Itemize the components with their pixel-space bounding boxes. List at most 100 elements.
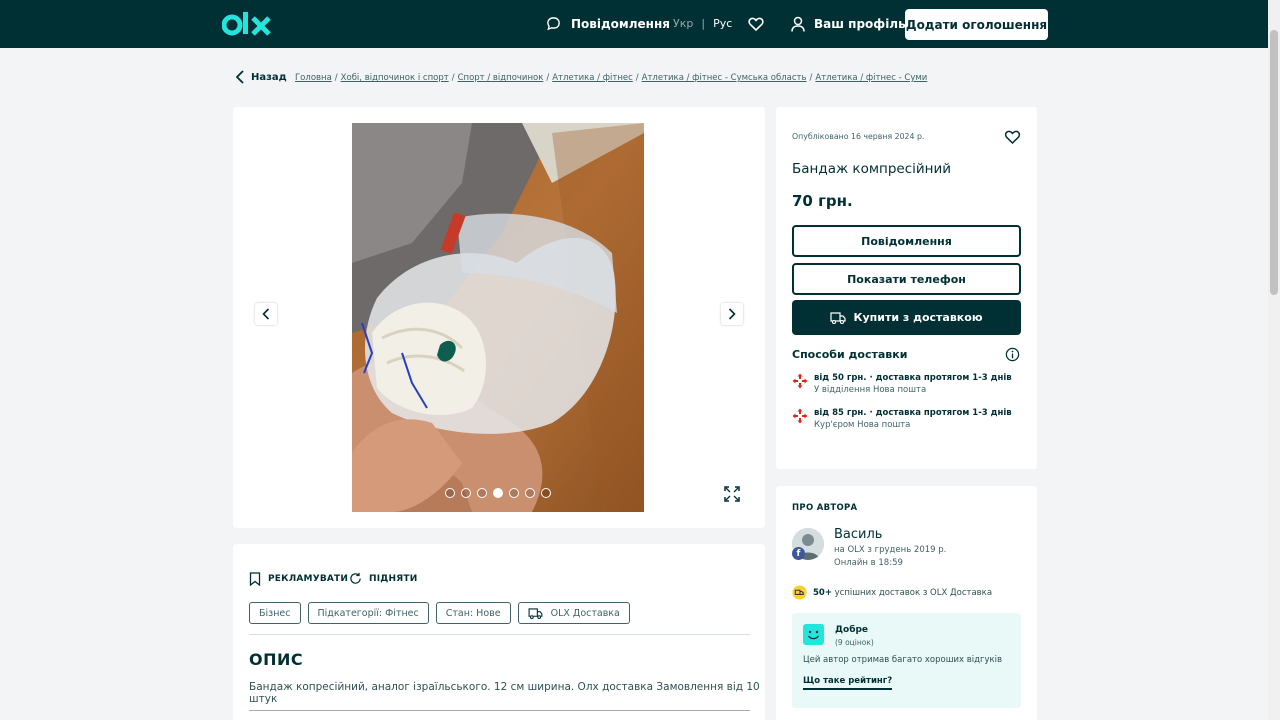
messages-link[interactable]: Повідомлення (546, 16, 670, 31)
delivery-badge-icon (792, 585, 807, 600)
listing-photo[interactable] (352, 123, 644, 512)
gallery-dot-active[interactable] (493, 488, 503, 498)
listing-title: Бандаж компресійний (792, 161, 952, 177)
chat-bubble-icon (547, 17, 560, 31)
truck-icon (830, 311, 847, 324)
rating-count: (9 оцінок) (835, 638, 874, 647)
buy-with-delivery-button[interactable]: Купити з доставкою (792, 300, 1021, 335)
chevron-left-icon (262, 308, 270, 320)
promote-button[interactable]: РЕКЛАМУВАТИ (249, 572, 348, 586)
delivery-option: від 50 грн. · доставка протягом 1-3 днів… (792, 373, 1012, 395)
delivery-option-type: Кур'єром Нова пошта (814, 420, 911, 430)
breadcrumb-separator: / (809, 73, 813, 83)
rating-info-link[interactable]: Що таке рейтинг? (803, 676, 893, 690)
refresh-icon (350, 572, 361, 584)
gallery-prev-button[interactable] (255, 303, 277, 325)
favorite-heart-icon[interactable] (1004, 129, 1021, 145)
tag-olx-delivery[interactable]: OLX Доставка (517, 602, 630, 624)
description-card: РЕКЛАМУВАТИ ПІДНЯТИ Бізнес Підкатегорії:… (233, 544, 765, 720)
tag-olx-delivery-label: OLX Доставка (550, 607, 620, 619)
lang-ukr[interactable]: Укр (673, 17, 693, 30)
raise-button[interactable]: ПІДНЯТИ (349, 572, 417, 585)
smile-icon (803, 624, 824, 645)
nova-poshta-icon (792, 373, 808, 389)
truck-icon (528, 607, 543, 619)
breadcrumb: Головна / Хобі, відпочинок і спорт / Спорт /… (295, 73, 927, 83)
breadcrumb-separator: / (546, 73, 550, 83)
breadcrumb-separator: / (635, 73, 639, 83)
user-icon (791, 16, 805, 32)
author-deliveries: 50+ успішних доставок з OLX Доставка (792, 585, 992, 600)
rating-text: Цей автор отримав багато хороших відгукі… (803, 655, 1003, 665)
listing-info-card: Опубліковано 16 червня 2024 р. Бандаж ко… (776, 107, 1037, 469)
delivery-methods-heading: Способи доставки (792, 348, 908, 361)
delivery-option-price: від 50 грн. · доставка протягом 1-3 днів (814, 373, 1012, 383)
add-ad-button[interactable]: Додати оголошення (905, 9, 1048, 40)
promote-label: РЕКЛАМУВАТИ (268, 574, 349, 584)
breadcrumb-home[interactable]: Головна (295, 73, 332, 83)
breadcrumb-athletics-region[interactable]: Атлетика / фітнес - Сумська область (642, 73, 807, 83)
breadcrumb-hobby[interactable]: Хобі, відпочинок і спорт (341, 73, 449, 83)
back-link[interactable]: Назад (236, 70, 287, 84)
breadcrumb-separator: / (451, 73, 455, 83)
listing-price: 70 грн. (792, 192, 853, 210)
breadcrumb-athletics[interactable]: Атлетика / фітнес (552, 73, 633, 83)
author-online: Онлайн в 18:59 (834, 558, 903, 568)
breadcrumb-separator: / (334, 73, 338, 83)
tag-list: Бізнес Підкатегорії: Фітнес Стан: Нове O… (249, 602, 630, 624)
show-phone-button[interactable]: Показати телефон (792, 263, 1021, 295)
breadcrumb-athletics-city[interactable]: Атлетика / фітнес - Суми (815, 73, 927, 83)
messages-label: Повідомлення (571, 16, 670, 31)
divider (249, 634, 750, 635)
back-label: Назад (251, 71, 287, 83)
message-button[interactable]: Повідомлення (792, 225, 1021, 257)
delivery-option-price: від 85 грн. · доставка протягом 1-3 днів (814, 408, 1012, 418)
fullscreen-button[interactable] (721, 483, 743, 505)
raise-label: ПІДНЯТИ (369, 573, 418, 584)
description-text: Бандаж копресійний, аналог ізраїльського… (249, 681, 760, 705)
page-scrollbar[interactable] (1268, 0, 1280, 720)
deliveries-text: успішних доставок з OLX Доставка (831, 587, 993, 598)
language-switch: Укр | Рус (673, 17, 732, 30)
gallery-pagination (445, 488, 551, 498)
lang-rus[interactable]: Рус (713, 17, 732, 30)
delivery-option-type: У відділення Нова пошта (814, 385, 927, 395)
author-name[interactable]: Василь (834, 527, 882, 542)
gallery-dot[interactable] (461, 488, 471, 498)
profile-link[interactable]: Ваш профіль (791, 16, 906, 32)
gallery-next-button[interactable] (721, 303, 743, 325)
gallery-dot[interactable] (477, 488, 487, 498)
description-heading: ОПИС (249, 650, 304, 669)
scrollbar-thumb[interactable] (1270, 30, 1278, 295)
bandage-photo-illustration (352, 123, 644, 512)
favorites-heart-icon[interactable] (748, 16, 764, 32)
info-icon[interactable] (1005, 347, 1020, 362)
profile-label: Ваш профіль (814, 17, 906, 31)
buy-with-delivery-label: Купити з доставкою (853, 311, 983, 324)
rating-label: Добре (835, 625, 869, 635)
chevron-left-icon (236, 70, 244, 84)
chevron-right-icon (728, 308, 736, 320)
nova-poshta-icon (792, 408, 808, 424)
tag-condition[interactable]: Стан: Нове (435, 602, 511, 624)
lang-separator: | (701, 17, 706, 30)
gallery-dot[interactable] (525, 488, 535, 498)
deliveries-count: 50+ (813, 587, 832, 598)
gallery-dot[interactable] (541, 488, 551, 498)
tag-business[interactable]: Бізнес (249, 602, 301, 624)
expand-icon (724, 486, 740, 502)
bookmark-icon (249, 572, 261, 586)
top-header: Повідомлення Укр | Рус Ваш профіль Додат… (0, 0, 1280, 48)
tag-subcategory[interactable]: Підкатегорії: Фітнес (307, 602, 429, 624)
olx-logo[interactable] (222, 10, 272, 38)
facebook-badge-icon: f (792, 547, 805, 560)
photo-gallery (233, 107, 765, 528)
delivery-option: від 85 грн. · доставка протягом 1-3 днів… (792, 408, 1012, 430)
gallery-dot[interactable] (445, 488, 455, 498)
author-heading: ПРО АВТОРА (792, 503, 858, 513)
breadcrumb-sport[interactable]: Спорт / відпочинок (458, 73, 544, 83)
divider (249, 710, 750, 711)
published-date: Опубліковано 16 червня 2024 р. (792, 132, 925, 141)
gallery-dot[interactable] (509, 488, 519, 498)
author-since: на OLX з грудень 2019 р. (834, 545, 947, 555)
